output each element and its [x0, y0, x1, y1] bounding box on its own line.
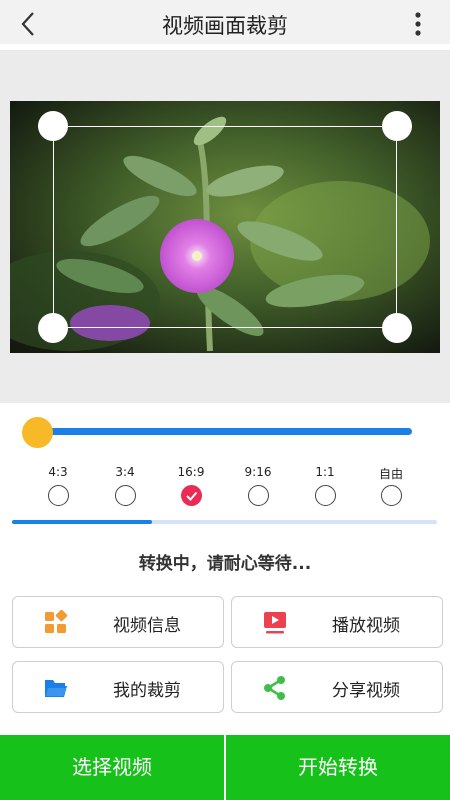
select-video-button[interactable]: 选择视频	[0, 735, 224, 800]
video-preview-area	[0, 50, 450, 403]
checkmark-icon	[185, 491, 197, 501]
crop-handle-top-left[interactable]	[38, 111, 68, 141]
top-app-bar: 视频画面裁剪	[0, 0, 450, 47]
ratio-label: 自由	[378, 467, 403, 481]
button-label: 视频信息	[113, 616, 181, 636]
video-frame	[10, 101, 440, 353]
share-video-button[interactable]: 分享视频	[231, 661, 443, 713]
ratio-option-free[interactable]: 自由	[361, 465, 421, 506]
ratio-label: 4:3	[48, 465, 68, 479]
crop-handle-bottom-left[interactable]	[38, 313, 68, 343]
crop-handle-bottom-right[interactable]	[382, 313, 412, 343]
ratio-radio[interactable]	[114, 485, 136, 506]
timeline-slider-track[interactable]	[37, 428, 412, 435]
folder-icon	[45, 680, 67, 697]
my-crops-button[interactable]: 我的裁剪	[12, 661, 224, 713]
ratio-radio-selected[interactable]	[180, 485, 202, 506]
more-vertical-icon[interactable]	[410, 10, 426, 38]
ratio-radio[interactable]	[247, 485, 269, 506]
ratio-option-3-4[interactable]: 3:4	[95, 465, 155, 506]
crop-controls: 4:3 3:4 16:9 9:16 1:1 自由 转换中，请耐心等待... 视频…	[0, 403, 450, 735]
ratio-label: 3:4	[115, 465, 135, 479]
ratio-option-1-1[interactable]: 1:1	[295, 465, 355, 506]
conversion-progress-bar	[12, 520, 437, 524]
button-label: 分享视频	[332, 681, 400, 701]
ratio-label: 16:9	[177, 465, 205, 479]
crop-handle-top-right[interactable]	[382, 111, 412, 141]
bottom-action-bar: 选择视频 开始转换	[0, 735, 450, 800]
ratio-label: 9:16	[244, 465, 272, 479]
ratio-radio[interactable]	[380, 485, 402, 506]
page-title: 视频画面裁剪	[162, 14, 288, 38]
video-info-button[interactable]: 视频信息	[12, 596, 224, 648]
conversion-progress-fill	[12, 520, 153, 524]
play-video-icon	[264, 612, 286, 634]
ratio-option-4-3[interactable]: 4:3	[28, 465, 88, 506]
button-label: 播放视频	[332, 616, 400, 636]
ratio-option-16-9[interactable]: 16:9	[161, 465, 221, 506]
play-video-button[interactable]: 播放视频	[231, 596, 443, 648]
ratio-radio[interactable]	[47, 485, 69, 506]
crop-rectangle[interactable]	[53, 126, 397, 328]
ratio-option-9-16[interactable]: 9:16	[228, 465, 288, 506]
status-text: 转换中，请耐心等待...	[138, 554, 312, 574]
timeline-slider-thumb[interactable]	[22, 417, 53, 448]
share-icon	[264, 676, 285, 700]
grid-info-icon	[45, 610, 68, 633]
ratio-radio[interactable]	[314, 485, 336, 506]
start-conversion-button[interactable]: 开始转换	[226, 735, 450, 800]
ratio-label: 1:1	[315, 465, 335, 479]
button-label: 我的裁剪	[113, 681, 181, 701]
